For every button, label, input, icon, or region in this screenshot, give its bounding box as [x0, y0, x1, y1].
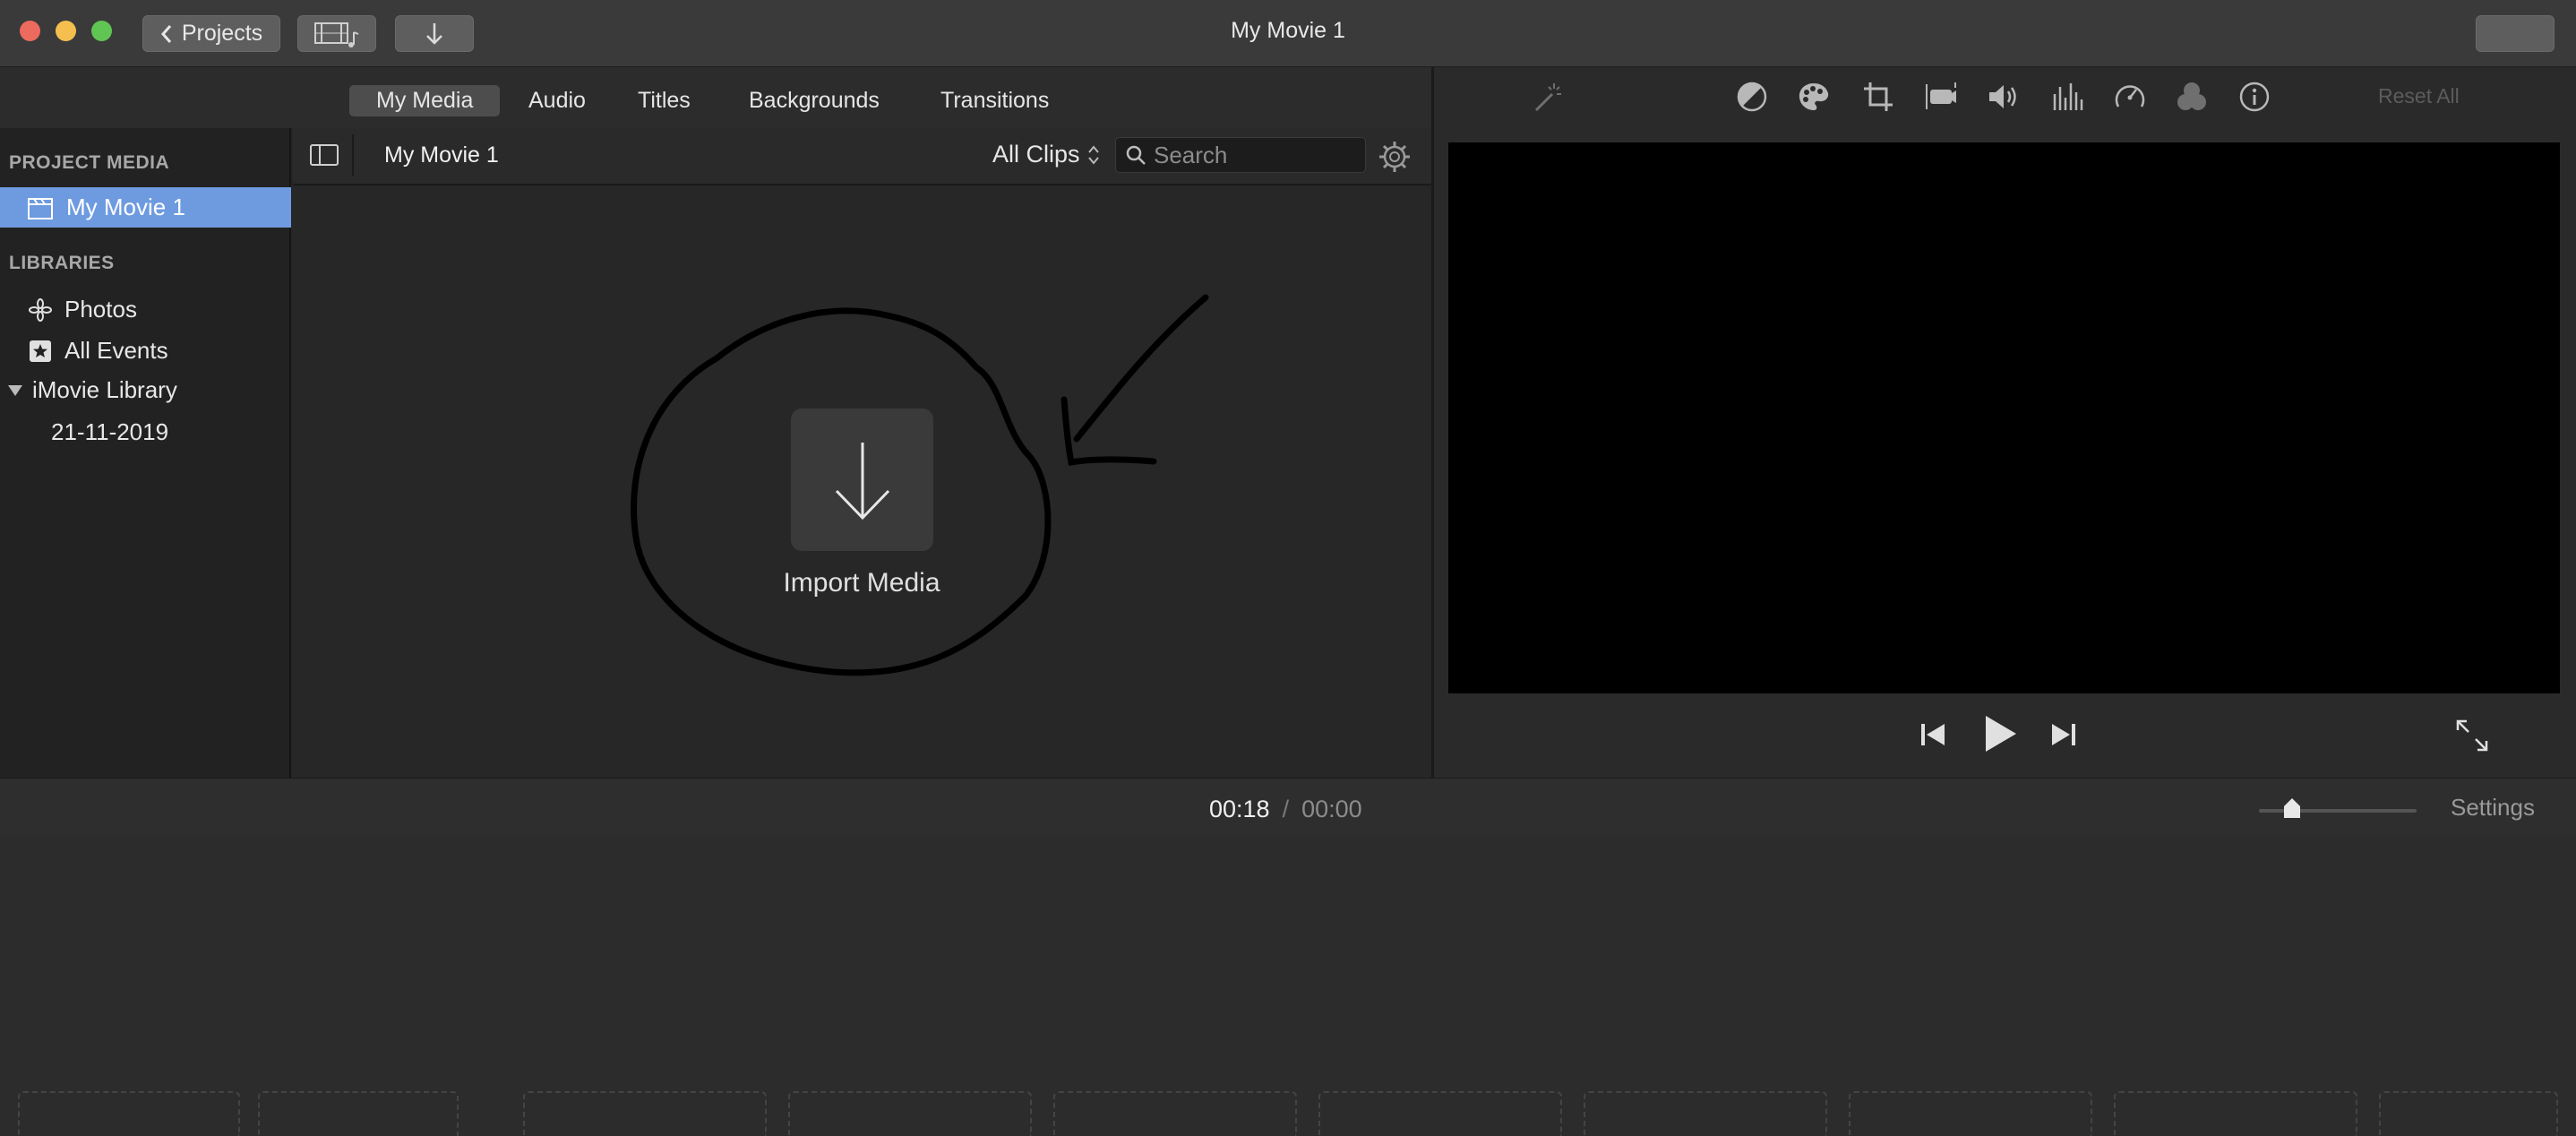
tab-titles[interactable]: Titles [611, 85, 717, 116]
noise-reduction-button[interactable] [2049, 79, 2085, 115]
timeline-placeholder-slot [1053, 1091, 1297, 1136]
sidebar-item-my-movie[interactable]: My Movie 1 [27, 194, 185, 221]
volume-button[interactable] [1986, 79, 2022, 115]
tab-backgrounds[interactable]: Backgrounds [722, 85, 906, 116]
crop-icon [1864, 82, 1893, 111]
sidebar-item-imovie-library[interactable]: iMovie Library [7, 376, 177, 404]
sidebar-item-label: 21-11-2019 [51, 418, 169, 445]
tab-audio[interactable]: Audio [502, 85, 613, 116]
overlay-circles-icon [2177, 82, 2206, 110]
play-icon [1986, 716, 2016, 752]
color-balance-icon [1737, 82, 1767, 112]
tab-my-media[interactable]: My Media [349, 85, 501, 116]
sidebar-item-event-date[interactable]: 21-11-2019 [51, 418, 168, 446]
star-icon [30, 340, 51, 362]
import-media-label[interactable]: Import Media [717, 568, 1007, 598]
search-icon [1126, 145, 1146, 165]
skip-forward-icon [2052, 724, 2075, 745]
fullscreen-button[interactable] [2455, 719, 2489, 757]
timeline-placeholder-slot [2114, 1091, 2357, 1136]
skip-forward-button[interactable] [2048, 720, 2079, 753]
timeline-placeholder-slot [788, 1091, 1032, 1136]
timeline-placeholder-slot [1584, 1091, 1827, 1136]
sidebar-item-label: iMovie Library [32, 376, 177, 403]
timeline-placeholder-slot [258, 1091, 459, 1136]
sidebar-item-label: My Movie 1 [66, 194, 185, 220]
time-separator: / [1282, 796, 1290, 822]
import-media-button[interactable] [791, 409, 933, 551]
libraries-heading: LIBRARIES [9, 253, 115, 273]
gear-icon [1379, 142, 1410, 172]
speedometer-icon [2115, 85, 2145, 108]
timeline-settings-button[interactable]: Settings [2451, 794, 2535, 822]
download-arrow-icon [835, 442, 889, 520]
search-placeholder: Search [1154, 141, 1228, 168]
color-correction-button[interactable] [1796, 79, 1832, 115]
sidebar-toggle-icon [310, 144, 339, 166]
video-preview [1448, 142, 2560, 693]
equalizer-icon [2053, 83, 2083, 110]
magic-wand-icon [1534, 83, 1561, 112]
volume-icon [1989, 85, 2016, 108]
stabilization-button[interactable] [1923, 79, 1959, 115]
sidebar-toggle-button[interactable] [296, 134, 354, 176]
timeline-placeholder-slot [2379, 1091, 2558, 1136]
search-input[interactable]: Search [1115, 137, 1366, 173]
browser-title: My Movie 1 [384, 142, 499, 168]
info-icon [2239, 82, 2270, 112]
clip-filter-button[interactable] [2174, 79, 2210, 115]
timeline-placeholder-slot [1849, 1091, 2092, 1136]
clip-info-button[interactable] [2237, 79, 2272, 115]
timecode-display: 00:18 / 00:00 [1209, 796, 1362, 823]
timeline-placeholder-slot [18, 1091, 240, 1136]
timeline-placeholder-slot [1318, 1091, 1562, 1136]
tab-transitions[interactable]: Transitions [914, 85, 1076, 116]
current-time: 00:18 [1209, 796, 1270, 822]
sidebar-item-all-events[interactable]: All Events [29, 337, 168, 365]
crop-button[interactable] [1860, 79, 1896, 115]
clip-filter-select[interactable]: All Clips [992, 141, 1100, 168]
palette-icon [1799, 83, 1829, 110]
disclosure-triangle-icon[interactable] [7, 383, 23, 398]
reset-all-button[interactable]: Reset All [2378, 84, 2460, 108]
timeline-zoom-thumb[interactable] [2280, 796, 2304, 820]
enhance-button[interactable] [1528, 79, 1564, 115]
speed-button[interactable] [2112, 79, 2148, 115]
clapper-icon [28, 197, 53, 219]
window-title: My Movie 1 [1231, 18, 1345, 43]
skip-back-button[interactable] [1918, 720, 1948, 753]
color-balance-button[interactable] [1734, 79, 1770, 115]
sidebar-item-label: All Events [64, 337, 168, 364]
sidebar-item-label: Photos [64, 296, 137, 323]
total-time: 00:00 [1301, 796, 1362, 822]
sidebar-item-photos[interactable]: Photos [29, 296, 137, 323]
clip-filter-value: All Clips [992, 141, 1080, 168]
timeline-placeholder-slot [523, 1091, 767, 1136]
share-button[interactable] [2476, 15, 2555, 52]
browser-settings-button[interactable] [1378, 140, 1412, 178]
flower-icon [29, 297, 52, 322]
stabilize-camera-icon [1926, 82, 1956, 109]
project-media-heading: PROJECT MEDIA [9, 152, 170, 173]
play-button[interactable] [1982, 713, 2018, 759]
fullscreen-icon [2456, 719, 2488, 752]
skip-back-icon [1921, 724, 1945, 745]
up-down-chevron-icon [1087, 144, 1099, 165]
